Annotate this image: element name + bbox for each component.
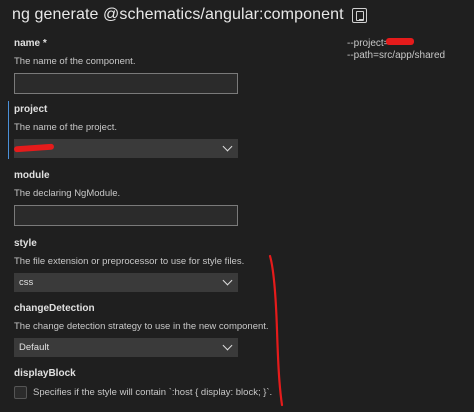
display-block-checkbox[interactable] xyxy=(14,386,27,399)
copy-icon[interactable] xyxy=(351,7,367,23)
header: ng generate @schematics/angular:componen… xyxy=(12,6,367,24)
change-detection-description: The change detection strategy to use in … xyxy=(14,321,269,332)
change-detection-label: changeDetection xyxy=(14,303,95,314)
style-select-value: css xyxy=(19,277,34,288)
module-input[interactable] xyxy=(14,205,238,226)
style-select[interactable]: css xyxy=(14,273,238,292)
project-description: The name of the project. xyxy=(14,122,117,133)
style-description: The file extension or preprocessor to us… xyxy=(14,256,245,267)
redaction-mark xyxy=(386,38,414,45)
name-label: name * xyxy=(14,38,47,49)
project-label: project xyxy=(14,104,48,115)
change-detection-select-value: Default xyxy=(19,342,50,353)
name-field: name * The name of the component. xyxy=(14,38,238,94)
focus-indicator xyxy=(8,101,9,159)
display-block-row: Specifies if the style will contain `:ho… xyxy=(14,386,272,399)
module-label: module xyxy=(14,170,50,181)
style-field: style The file extension or preprocessor… xyxy=(14,238,244,292)
chevron-down-icon xyxy=(222,340,233,351)
chevron-down-icon xyxy=(222,275,233,286)
display-block-field: displayBlock Specifies if the style will… xyxy=(14,368,272,399)
change-detection-select[interactable]: Default xyxy=(14,338,238,357)
module-description: The declaring NgModule. xyxy=(14,188,121,199)
page-title: ng generate @schematics/angular:componen… xyxy=(12,6,344,23)
display-block-label: displayBlock xyxy=(14,368,76,379)
path-arg: --path=src/app/shared xyxy=(347,50,446,61)
style-label: style xyxy=(14,238,37,249)
chevron-down-icon xyxy=(222,141,233,152)
module-field: module The declaring NgModule. xyxy=(14,170,238,226)
name-description: The name of the component. xyxy=(14,56,136,67)
change-detection-field: changeDetection The change detection str… xyxy=(14,303,269,357)
name-input[interactable] xyxy=(14,73,238,94)
display-block-description: Specifies if the style will contain `:ho… xyxy=(33,387,273,398)
